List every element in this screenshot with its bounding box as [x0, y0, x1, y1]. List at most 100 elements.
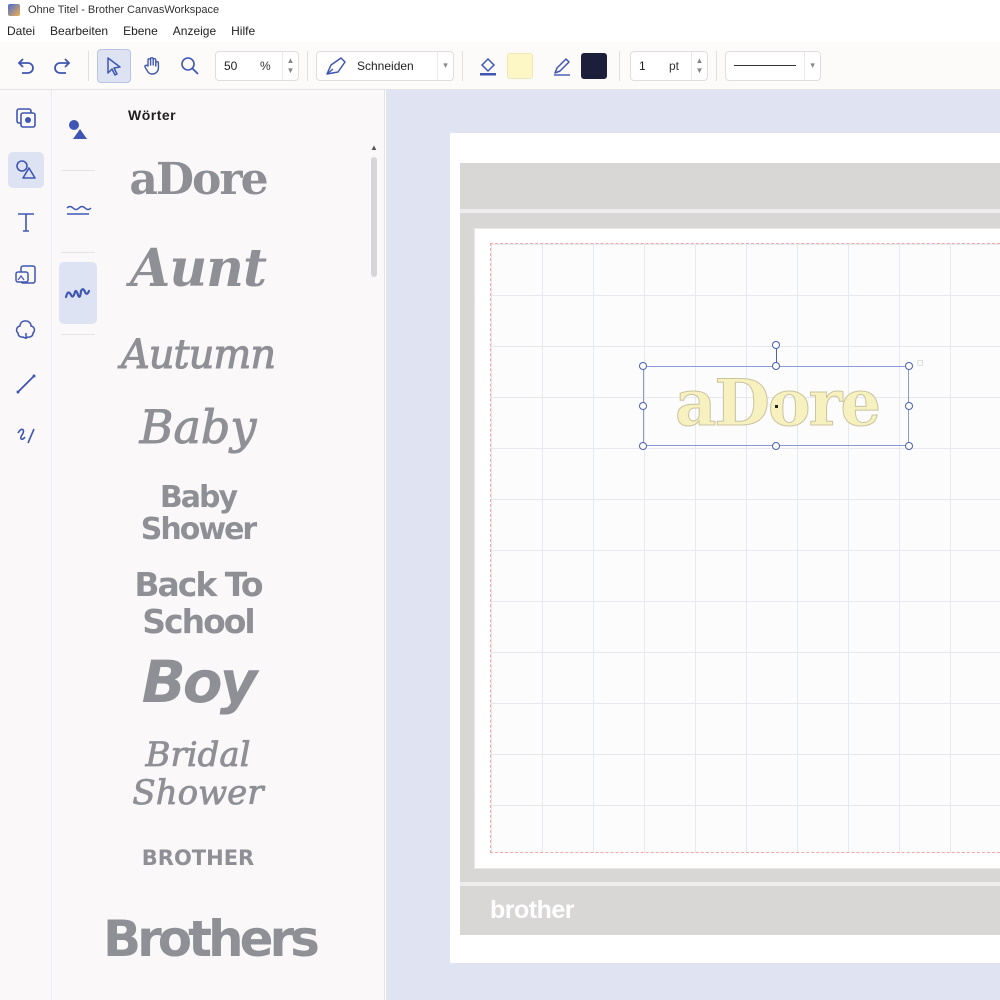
redo-icon [54, 57, 71, 74]
line-color-swatch[interactable] [581, 52, 607, 79]
selection-corner-icon[interactable]: ◻ [917, 358, 924, 367]
line-width-spin-arrows[interactable]: ▲ ▼ [691, 51, 707, 80]
toolbar-separator [88, 50, 89, 81]
mode-select[interactable]: Schneiden ▾ [316, 50, 454, 81]
zoom-unit: % [260, 58, 271, 73]
line-icon [16, 374, 36, 394]
category-divider [61, 334, 95, 335]
toolbar: 50 % ▲ ▼ Schneiden ▾ 1 pt ▲ ▼ ▾ [0, 42, 1000, 90]
line-width-stepper[interactable]: 1 pt ▲ ▼ [630, 50, 708, 81]
hand-icon [144, 56, 160, 75]
toolbar-separator [307, 50, 308, 81]
rail-shape-tool-button[interactable] [8, 312, 44, 348]
scroll-thumb[interactable] [371, 157, 377, 277]
brand-logo: brother [490, 896, 575, 924]
resize-handle-bottom[interactable] [772, 442, 780, 450]
paint-bucket-icon [480, 57, 496, 75]
mat-footer-line [460, 882, 1000, 886]
resize-handle-top-left[interactable] [639, 362, 647, 370]
pen-icon [554, 57, 570, 76]
rail-layers-button[interactable] [8, 100, 44, 136]
select-tool-button[interactable] [97, 48, 131, 83]
library-category-column [53, 90, 103, 1000]
library-title: Wörter [128, 107, 177, 123]
word-item-brothers[interactable]: Brothers [103, 910, 320, 968]
menu-datei[interactable]: Datei [0, 24, 43, 38]
menu-ebene[interactable]: Ebene [116, 24, 166, 38]
chevron-down-icon: ▾ [437, 51, 453, 80]
menu-bar: Datei Bearbeiten Ebene Anzeige Hilfe [0, 20, 1000, 42]
rail-text-button[interactable] [8, 204, 44, 240]
mat-header-line [460, 209, 1000, 213]
fill-tool-button[interactable] [471, 49, 505, 83]
resize-handle-bottom-left[interactable] [639, 442, 647, 450]
category-divider [61, 252, 95, 253]
library-panel: Wörter aDore Aunt Autumn Baby Baby Showe… [103, 90, 385, 1000]
zoom-value: 50 [224, 58, 238, 73]
rail-shapes-button[interactable] [8, 152, 44, 188]
tool-rail [0, 90, 52, 1000]
app-icon [8, 4, 20, 16]
line-style-preview [726, 65, 804, 66]
title-bar: Ohne Titel - Brother CanvasWorkspace [0, 0, 1000, 20]
fill-color-swatch[interactable] [507, 52, 533, 79]
canvas-area[interactable]: brother aDore ◻ [386, 90, 1000, 1000]
rotate-handle[interactable] [772, 341, 780, 349]
mode-value: Schneiden [357, 58, 414, 73]
zoom-tool-button[interactable] [173, 49, 207, 83]
word-item-brother[interactable]: BROTHER [103, 846, 293, 870]
pointer-icon [107, 56, 121, 76]
word-item-baby-shower[interactable]: Baby Shower [103, 482, 293, 546]
layers-icon [16, 108, 36, 128]
line-tool-button[interactable] [545, 49, 579, 83]
word-item-boy[interactable]: Boy [103, 648, 293, 716]
selection-center [775, 405, 778, 408]
resize-handle-right[interactable] [905, 402, 913, 410]
redo-button[interactable] [46, 49, 80, 83]
words-icon [64, 288, 91, 299]
menu-hilfe[interactable]: Hilfe [224, 24, 263, 38]
word-item-back-to-school[interactable]: Back To School [103, 566, 293, 640]
text-icon [18, 213, 34, 232]
line-style-select[interactable]: ▾ [725, 50, 821, 81]
toolbar-separator [716, 50, 717, 81]
shapes-icon [16, 160, 36, 179]
rail-line-button[interactable] [8, 366, 44, 402]
hand-tool-button[interactable] [135, 49, 169, 83]
category-shapes-button[interactable] [59, 98, 97, 160]
undo-icon [17, 57, 34, 74]
basic-shapes-icon [69, 120, 87, 139]
scroll-up-arrow-icon[interactable]: ▲ [370, 143, 378, 152]
resize-handle-bottom-right[interactable] [905, 442, 913, 450]
word-item-bridal-shower[interactable]: Bridal Shower [103, 736, 293, 813]
menu-bearbeiten[interactable]: Bearbeiten [43, 24, 116, 38]
word-item-aunt[interactable]: Aunt [103, 238, 293, 299]
toolbar-separator [462, 50, 463, 81]
undo-button[interactable] [8, 49, 42, 83]
resize-handle-left[interactable] [639, 402, 647, 410]
rail-freehand-button[interactable] [8, 418, 44, 454]
image-trace-icon [15, 265, 36, 284]
word-item-adore[interactable]: aDore [103, 154, 293, 205]
category-words-button[interactable] [59, 262, 97, 324]
magnifier-icon [181, 56, 199, 75]
category-patterns-button[interactable] [59, 180, 97, 242]
word-item-autumn[interactable]: Autumn [103, 332, 293, 379]
cloud-shape-icon [15, 320, 36, 339]
menu-anzeige[interactable]: Anzeige [166, 24, 224, 38]
zoom-stepper[interactable]: 50 % ▲ ▼ [215, 50, 299, 81]
cutting-grid[interactable] [490, 243, 1000, 853]
library-scrollbar[interactable]: ▲ [369, 143, 379, 995]
word-item-baby[interactable]: Baby [103, 400, 293, 455]
resize-handle-top-right[interactable] [905, 362, 913, 370]
rail-image-trace-button[interactable] [8, 258, 44, 294]
chevron-down-icon: ▾ [804, 51, 820, 80]
freehand-icon [17, 428, 35, 444]
zoom-spin-arrows[interactable]: ▲ ▼ [282, 51, 298, 80]
category-divider [61, 170, 95, 171]
toolbar-separator [619, 50, 620, 81]
line-width-value: 1 [639, 58, 646, 73]
window-title: Ohne Titel - Brother CanvasWorkspace [28, 4, 220, 16]
line-width-unit: pt [669, 58, 680, 73]
resize-handle-top[interactable] [772, 362, 780, 370]
